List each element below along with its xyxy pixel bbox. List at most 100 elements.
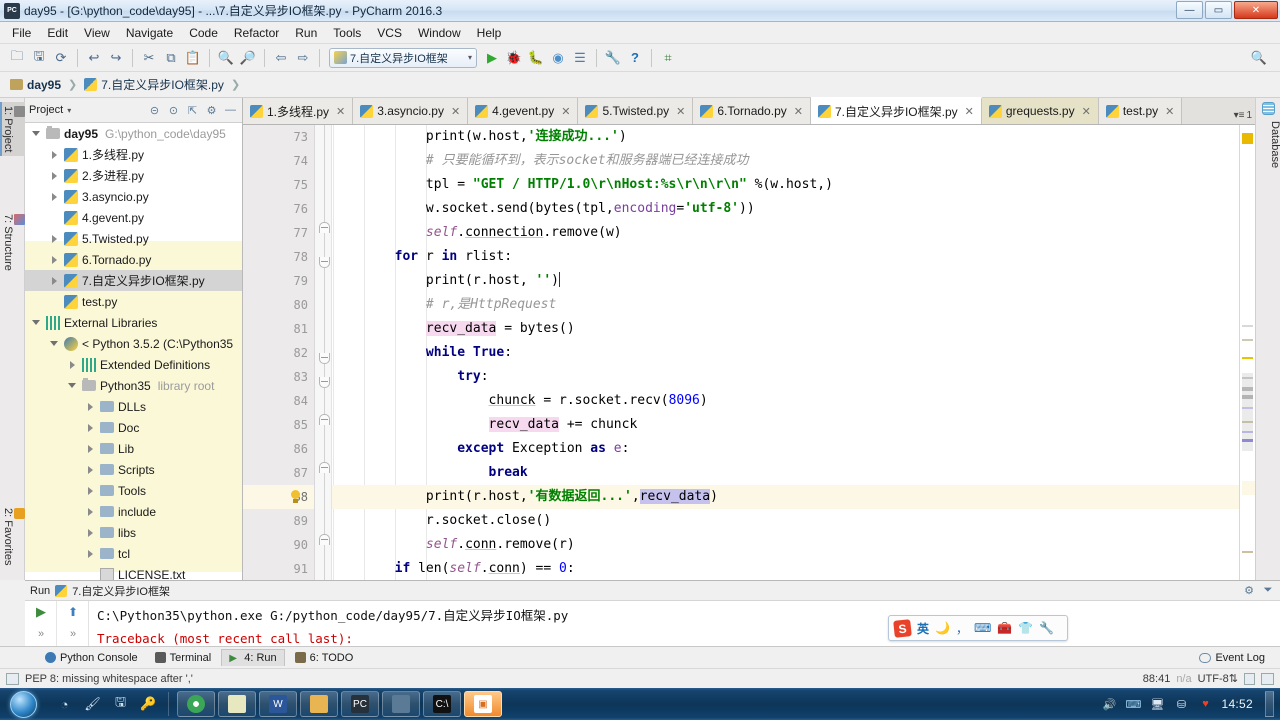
close-icon[interactable]: ✕	[676, 105, 685, 118]
tree-row[interactable]: < Python 3.5.2 (C:\Python35	[25, 333, 242, 354]
key-icon[interactable]: 🔑	[139, 695, 158, 714]
attach-icon[interactable]: ☰	[569, 47, 591, 69]
tree-row-selected[interactable]: 7.自定义异步IO框架.py	[25, 270, 242, 291]
debug-icon[interactable]: 🐞	[503, 47, 525, 69]
line-number[interactable]: 76	[294, 197, 308, 221]
chevron-down-icon[interactable]: ▾	[468, 53, 472, 62]
expand-down-button-2[interactable]: »	[57, 623, 89, 645]
code-line[interactable]: while True:	[332, 341, 1255, 365]
monitor-icon[interactable]: 🖥	[1149, 696, 1165, 712]
hide-icon[interactable]: ⏷	[1261, 584, 1275, 597]
menu-item-refactor[interactable]: Refactor	[226, 24, 287, 42]
code-line[interactable]: if len(self.conn) == 0:	[332, 557, 1255, 580]
twisty-closed-icon[interactable]	[85, 401, 96, 412]
tree-row[interactable]: Tools	[25, 480, 242, 501]
heart-icon[interactable]: ♥	[1197, 696, 1213, 712]
tree-row[interactable]: 4.gevent.py	[25, 207, 242, 228]
twisty-open-icon[interactable]	[49, 338, 60, 349]
fold-marker-up[interactable]	[319, 222, 330, 233]
collapse-all-icon[interactable]: ⊝	[147, 103, 162, 118]
rerun-button[interactable]: ▶	[25, 601, 57, 623]
line-number[interactable]: 83	[294, 365, 308, 389]
tool-window-terminal[interactable]: Terminal	[148, 650, 219, 666]
find-icon[interactable]: 🔍	[215, 47, 237, 69]
volume-icon[interactable]: 🔊	[1101, 696, 1117, 712]
tool-window-6-todo[interactable]: 6: TODO	[288, 650, 361, 666]
tool-tab-favorites[interactable]: 2: Favorites	[0, 504, 25, 569]
encoding-label[interactable]: UTF-8⇅	[1198, 672, 1238, 685]
network-share-icon[interactable]: ⛁	[1173, 696, 1189, 712]
twisty-closed-icon[interactable]	[49, 149, 60, 160]
line-number[interactable]: 78	[294, 245, 308, 269]
taskbar-task-notepad[interactable]	[218, 691, 256, 717]
line-number[interactable]: 75	[294, 173, 308, 197]
twisty-closed-icon[interactable]	[85, 422, 96, 433]
close-icon[interactable]: ✕	[1082, 105, 1091, 118]
skin-icon[interactable]: 👕	[1018, 621, 1033, 635]
fold-marker-dn[interactable]	[319, 257, 330, 268]
tree-row[interactable]: 1.多线程.py	[25, 144, 242, 165]
sogou-ime-toolbar[interactable]: S 英 🌙 ， ⌨ 🧰 👕 🔧	[888, 615, 1068, 641]
paint-icon[interactable]: 🖌	[83, 695, 102, 714]
caret-position[interactable]: 88:41	[1143, 673, 1171, 685]
line-number[interactable]: 90	[294, 533, 308, 557]
tree-row[interactable]: libs	[25, 522, 242, 543]
twisty-closed-icon[interactable]	[49, 170, 60, 181]
line-number[interactable]: 74	[294, 149, 308, 173]
tree-row[interactable]: test.py	[25, 291, 242, 312]
twisty-closed-icon[interactable]	[49, 254, 60, 265]
run-console[interactable]: C:\Python35\python.exe G:/python_code/da…	[89, 601, 1280, 646]
breadcrumb-file[interactable]: 7.自定义异步IO框架.py	[84, 76, 224, 93]
editor-tab-1[interactable]: 1.多线程.py ✕	[243, 98, 354, 124]
close-icon[interactable]: ✕	[451, 105, 460, 118]
close-icon[interactable]: ✕	[965, 105, 974, 118]
fold-marker-dn[interactable]	[319, 353, 330, 364]
fold-marker-up[interactable]	[319, 414, 330, 425]
tree-row[interactable]: 2.多进程.py	[25, 165, 242, 186]
ime-tray-icon[interactable]: ⌨	[1125, 696, 1142, 712]
code-line[interactable]: # r,是HttpRequest	[332, 293, 1255, 317]
cut-icon[interactable]: ✂	[138, 47, 160, 69]
run-icon[interactable]: ▶	[481, 47, 503, 69]
line-separator[interactable]: n/a	[1176, 673, 1191, 685]
line-number[interactable]: 89	[294, 509, 308, 533]
tab-overflow-icon[interactable]: ▾≡	[1234, 110, 1245, 121]
tree-row[interactable]: Doc	[25, 417, 242, 438]
code-line[interactable]: for r in rlist:	[332, 245, 1255, 269]
code-line[interactable]: tpl = "GET / HTTP/1.0\r\nHost:%s\r\n\r\n…	[332, 173, 1255, 197]
project-tree[interactable]: day95 G:\python_code\day95 1.多线程.py 2.多进程.p…	[25, 123, 242, 580]
menu-item-help[interactable]: Help	[469, 24, 510, 42]
sync-icon[interactable]: ⟳	[50, 47, 72, 69]
twisty-closed-icon[interactable]	[67, 359, 78, 370]
maximize-button[interactable]: ▭	[1205, 1, 1232, 19]
tree-row[interactable]: LICENSE.txt	[25, 564, 242, 580]
editor-tab-6-tornado[interactable]: 6.Tornado.py ✕	[693, 98, 811, 124]
menu-item-view[interactable]: View	[76, 24, 118, 42]
hector-icon[interactable]	[1261, 672, 1274, 685]
twisty-closed-icon[interactable]	[85, 527, 96, 538]
close-icon[interactable]: ✕	[794, 105, 803, 118]
media-player-icon[interactable]: ◔	[55, 695, 74, 714]
twisty-closed-icon[interactable]	[49, 275, 60, 286]
fold-marker-up[interactable]	[319, 462, 330, 473]
menu-item-code[interactable]: Code	[181, 24, 226, 42]
code-line-current[interactable]: print(r.host,'有数据返回...',recv_data)	[332, 485, 1255, 509]
code-line[interactable]: try:	[332, 365, 1255, 389]
toolbox-icon[interactable]: 🧰	[997, 621, 1012, 635]
sogou-logo-icon[interactable]: S	[893, 618, 912, 638]
ime-mode-label[interactable]: 英	[917, 620, 929, 637]
editor-gutter[interactable]: 73 74 75 76 77 78 79 80 81 82 83 84 85 86 87 88 89 90 91	[243, 125, 315, 580]
fold-column[interactable]	[315, 125, 332, 580]
lock-icon[interactable]	[1244, 672, 1255, 685]
line-number[interactable]: 85	[294, 413, 308, 437]
twisty-closed-icon[interactable]	[85, 485, 96, 496]
twisty-closed-icon[interactable]	[85, 443, 96, 454]
keyboard-icon[interactable]: ⌨	[974, 621, 991, 635]
save-all-icon[interactable]: 🖫	[28, 47, 50, 69]
comma-icon[interactable]: ，	[956, 620, 968, 637]
line-number[interactable]: 73	[294, 125, 308, 149]
code-line[interactable]: self.connection.remove(w)	[332, 221, 1255, 245]
twisty-closed-icon[interactable]	[85, 464, 96, 475]
line-number[interactable]: 84	[294, 389, 308, 413]
fold-marker-up[interactable]	[319, 534, 330, 545]
